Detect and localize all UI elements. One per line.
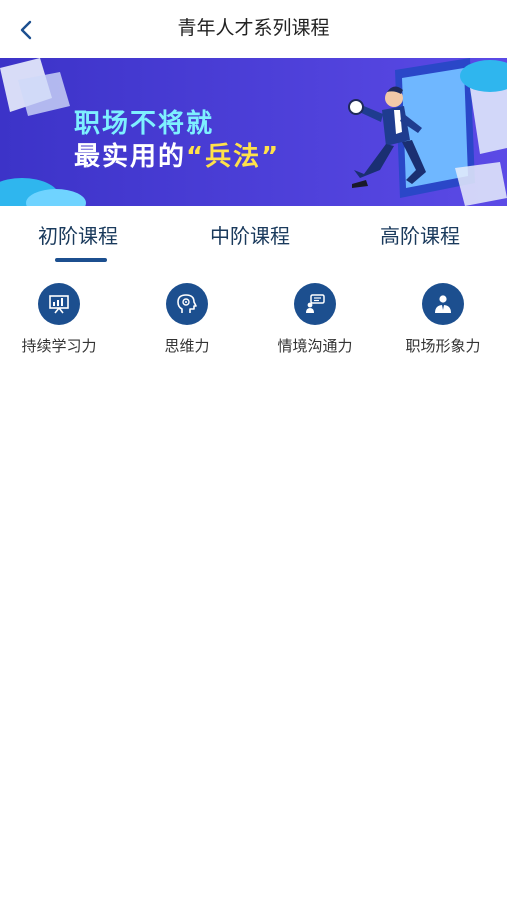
- category-label: 情境沟通力: [277, 337, 353, 355]
- banner-subheadline-highlight: “兵法”: [186, 142, 281, 172]
- category-continuous-learning[interactable]: 持续学习力: [4, 280, 114, 356]
- conversation-icon: [294, 283, 336, 325]
- course-level-tabs: 初阶课程 中阶课程 高阶课程: [0, 206, 507, 266]
- banner-subheadline-prefix: 最实用的: [74, 142, 187, 172]
- category-grid: 持续学习力 思维力 情境沟通力 职场形象力: [0, 280, 507, 370]
- top-bar: 青年人才系列课程: [0, 0, 507, 58]
- active-tab-indicator: [55, 258, 107, 262]
- presentation-chart-icon: [38, 283, 80, 325]
- category-professional-image[interactable]: 职场形象力: [388, 280, 498, 356]
- promo-banner[interactable]: 职场不将就 最实用的“兵法”: [0, 58, 507, 206]
- tab-advanced[interactable]: 高阶课程: [380, 220, 460, 249]
- banner-subheadline: 最实用的“兵法”: [74, 136, 280, 173]
- tab-beginner[interactable]: 初阶课程: [38, 220, 118, 249]
- category-label: 持续学习力: [21, 337, 97, 355]
- category-label: 职场形象力: [405, 337, 481, 355]
- category-communication[interactable]: 情境沟通力: [260, 280, 370, 356]
- tab-intermediate[interactable]: 中阶课程: [210, 220, 290, 249]
- brain-head-icon: [166, 283, 208, 325]
- category-label: 思维力: [164, 337, 210, 355]
- page-title: 青年人才系列课程: [177, 17, 330, 39]
- banner-headline: 职场不将就: [74, 109, 215, 139]
- business-person-icon: [422, 283, 464, 325]
- category-thinking[interactable]: 思维力: [132, 280, 242, 356]
